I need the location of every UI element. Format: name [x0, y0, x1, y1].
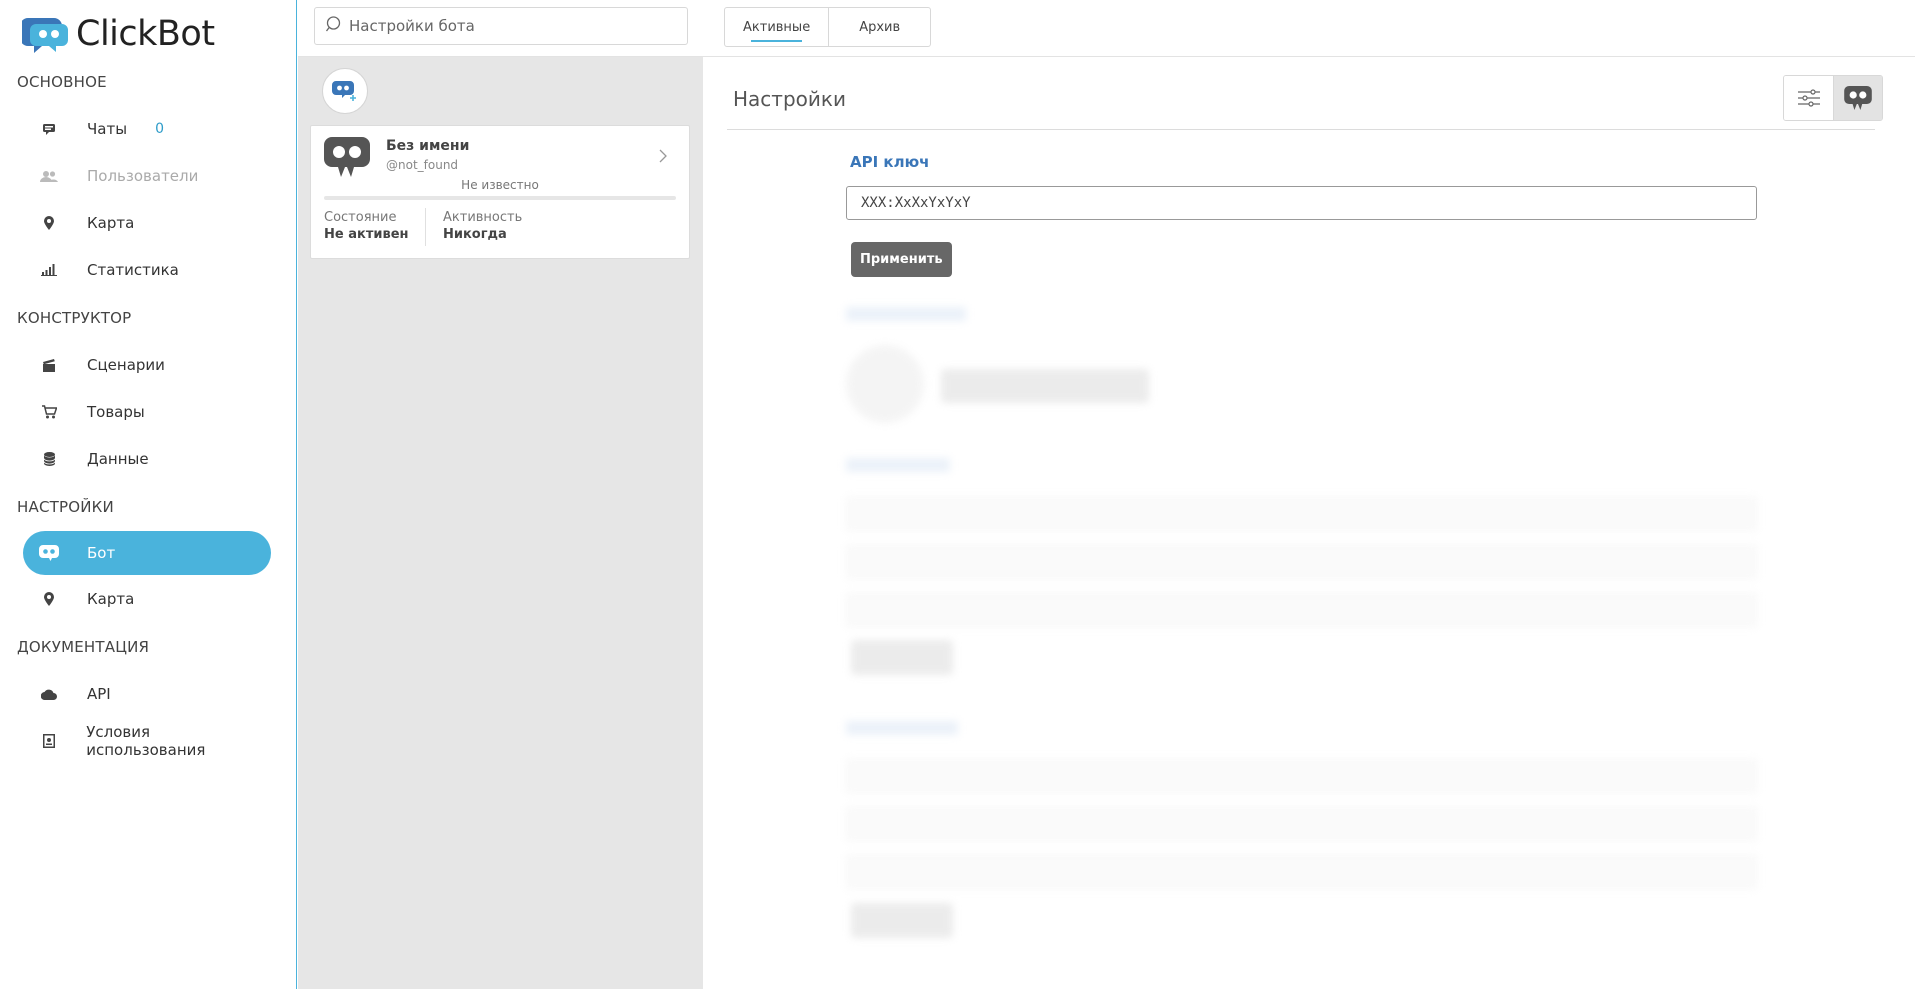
sidebar-item-bot[interactable]: Бот [23, 531, 271, 575]
bot-state-value: Не активен [324, 227, 409, 242]
placeholder-input [846, 545, 1757, 579]
sidebar-item-label: Сценарии [87, 356, 165, 374]
sidebar-item-label: Товары [87, 403, 145, 421]
sidebar-item-scenarios[interactable]: Сценарии [23, 343, 271, 387]
bot-icon [1844, 86, 1872, 110]
bot-avatar-icon [324, 137, 370, 177]
tab-active[interactable]: Активные [725, 8, 828, 46]
bot-view-button[interactable] [1833, 76, 1882, 120]
sidebar-item-label: Данные [87, 450, 149, 468]
cart-icon [23, 405, 73, 419]
database-icon [23, 452, 73, 466]
api-key-input[interactable] [846, 186, 1757, 220]
sidebar-item-map-settings[interactable]: Карта [23, 577, 271, 621]
users-icon [23, 170, 73, 182]
bot-status-line: Не известно [461, 178, 539, 192]
cloud-icon [23, 689, 73, 700]
apply-button[interactable]: Применить [851, 242, 952, 277]
topbar: Активные Архив [298, 0, 1915, 57]
placeholder-input [846, 807, 1757, 841]
sidebar-item-label: Условия использования [86, 723, 206, 759]
sidebar-item-label: Карта [87, 214, 135, 232]
view-toggle [1783, 75, 1883, 121]
section-title: ОСНОВНОЕ [17, 73, 107, 91]
disabled-settings-area [843, 307, 1763, 987]
placeholder-bar [846, 721, 958, 735]
chats-count-badge: 0 [155, 121, 164, 137]
map-pin-icon [23, 216, 73, 230]
placeholder-button [941, 369, 1149, 403]
sidebar-item-products[interactable]: Товары [23, 390, 271, 434]
sidebar-item-label: Бот [87, 544, 116, 562]
placeholder-bar [846, 307, 966, 321]
sidebar-item-label: Пользователи [87, 167, 199, 185]
bot-activity-label: Активность [443, 210, 523, 225]
sidebar-item-chats[interactable]: Чаты 0 [23, 107, 271, 151]
sidebar-item-label: Чаты [87, 120, 128, 138]
bot-activity-value: Никогда [443, 227, 507, 242]
search-input[interactable] [349, 17, 669, 35]
bot-icon [23, 545, 73, 561]
sidebar-item-statistics[interactable]: Статистика [23, 248, 271, 292]
bot-progress-bar [324, 196, 676, 200]
settings-view-button[interactable] [1784, 76, 1833, 120]
stats-icon [23, 264, 73, 276]
placeholder-input [846, 855, 1757, 889]
settings-panel: Настройки API ключ Применить [703, 57, 1915, 989]
sidebar-item-terms[interactable]: Условия использования [23, 719, 271, 763]
sidebar-item-label: API [87, 685, 111, 703]
app-name: ClickBot [76, 14, 215, 54]
sidebar: ClickBot ОСНОВНОЕ Чаты 0 Пользователи Ка… [0, 0, 297, 989]
sidebar-item-label: Карта [87, 590, 135, 608]
clickbot-logo-icon [22, 18, 68, 53]
placeholder-avatar [846, 345, 924, 423]
section-title: ДОКУМЕНТАЦИЯ [17, 638, 150, 656]
app-logo[interactable]: ClickBot [22, 14, 215, 54]
divider [727, 129, 1875, 130]
bot-activity: Активность Никогда [443, 210, 522, 242]
bot-card[interactable]: Без имени @not_found Не известно Состоян… [310, 125, 690, 259]
placeholder-bar [846, 458, 950, 472]
chevron-right-icon [659, 148, 667, 167]
sidebar-item-api[interactable]: API [23, 672, 271, 716]
page-title: Настройки [733, 87, 846, 111]
placeholder-input [846, 593, 1757, 627]
bot-username: @not_found [386, 158, 459, 172]
add-bot-button[interactable] [322, 68, 368, 114]
search-icon [325, 16, 341, 36]
placeholder-button [851, 903, 953, 938]
bot-filter-tabs: Активные Архив [724, 7, 932, 47]
bot-list-panel: Без имени @not_found Не известно Состоян… [298, 57, 703, 989]
clapperboard-icon [23, 358, 73, 372]
map-pin-icon [23, 592, 73, 606]
placeholder-input [846, 497, 1757, 531]
document-icon [23, 734, 72, 748]
sidebar-item-label: Статистика [87, 261, 179, 279]
add-bot-icon [332, 81, 356, 101]
placeholder-input [846, 759, 1757, 793]
chat-icon [23, 123, 73, 135]
bot-state-label: Состояние [324, 210, 397, 225]
api-key-label: API ключ [850, 153, 930, 171]
search-box[interactable] [314, 7, 688, 45]
tab-archive[interactable]: Архив [828, 8, 930, 46]
bot-state: Состояние Не активен [324, 210, 409, 242]
placeholder-button [851, 640, 953, 675]
section-title: КОНСТРУКТОР [17, 309, 132, 327]
section-title: НАСТРОЙКИ [17, 498, 114, 516]
sidebar-item-users: Пользователи [23, 154, 271, 198]
sidebar-item-data[interactable]: Данные [23, 437, 271, 481]
sliders-icon [1797, 89, 1820, 107]
bot-name: Без имени [386, 138, 470, 154]
stat-divider [425, 208, 426, 246]
sidebar-item-map[interactable]: Карта [23, 201, 271, 245]
